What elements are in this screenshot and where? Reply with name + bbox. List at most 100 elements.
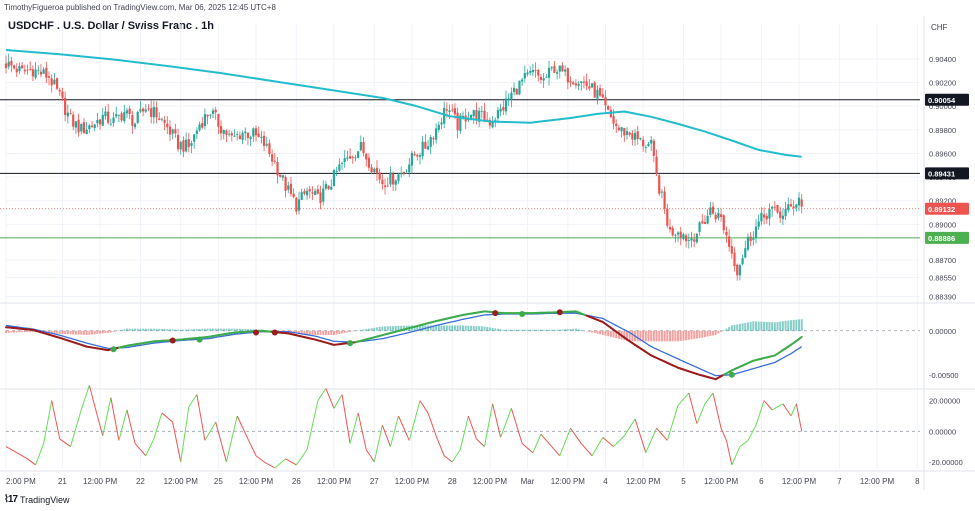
candle-body: [633, 133, 637, 140]
oscillator-line-segment: [645, 428, 658, 453]
candle-body: [607, 105, 610, 110]
candle-body: [55, 78, 59, 89]
macd-histogram-bar: [367, 328, 370, 331]
candlestick: [639, 137, 642, 141]
candlestick: [7, 53, 10, 70]
macd-histogram-bar: [655, 330, 658, 342]
candlestick: [370, 164, 373, 175]
macd-histogram-bar: [322, 330, 325, 335]
oscillator-line-segment: [325, 388, 335, 409]
candlestick: [101, 108, 104, 126]
macd-histogram-bar: [776, 321, 779, 331]
candlestick: [722, 214, 725, 235]
macd-histogram-bar: [332, 330, 335, 335]
macd-histogram-bar: [21, 330, 24, 333]
macd-histogram-bar: [445, 325, 448, 331]
candle-body: [787, 204, 790, 211]
candle-body: [375, 167, 379, 174]
macd-histogram-bar: [789, 320, 792, 331]
candlestick: [685, 233, 688, 248]
candlestick: [564, 65, 567, 76]
macd-histogram-bar: [222, 328, 225, 331]
candle-body: [281, 175, 284, 178]
candle-body: [424, 142, 427, 149]
candle-body: [639, 137, 642, 140]
brand-name: TradingView: [20, 494, 70, 505]
candlestick: [784, 201, 787, 220]
candle-body: [198, 124, 201, 131]
candle-body: [402, 171, 405, 174]
candle-body: [195, 130, 198, 134]
candle-body: [292, 193, 295, 198]
candlestick: [628, 131, 631, 137]
candle-body: [687, 240, 690, 242]
candlestick: [230, 130, 233, 142]
candle-body: [284, 176, 287, 191]
candlestick: [131, 111, 134, 134]
candlestick: [257, 126, 260, 138]
macd-histogram-bar: [650, 330, 653, 342]
candle-body: [370, 167, 373, 173]
macd-histogram-bar: [582, 330, 585, 332]
tradingview-brand[interactable]: ⌇17 TradingView: [4, 494, 70, 505]
macd-histogram-bar: [755, 321, 758, 331]
macd-histogram-bar: [658, 330, 661, 342]
macd-histogram-bar: [109, 330, 112, 333]
candlestick: [82, 118, 86, 134]
candlestick: [18, 62, 21, 75]
macd-histogram-bar: [553, 329, 556, 331]
candlestick: [198, 121, 201, 132]
macd-cross-marker: [271, 329, 278, 336]
macd-histogram-bar: [115, 330, 118, 332]
macd-histogram-bar: [163, 329, 166, 331]
macd-histogram-bar: [88, 330, 91, 335]
oscillator-line-segment: [755, 400, 765, 426]
macd-histogram-bar: [335, 330, 338, 335]
oscillator-line-segment: [295, 449, 308, 466]
candlestick: [117, 114, 121, 123]
x-tick-label: 21: [58, 477, 67, 486]
candle-body: [26, 69, 29, 71]
macd-histogram-bar: [85, 330, 88, 335]
oscillator-line-segment: [153, 412, 163, 440]
macd-histogram-bar: [569, 328, 572, 331]
candlestick: [211, 107, 215, 119]
macd-histogram-bar: [515, 329, 518, 331]
macd-histogram-bar: [338, 330, 341, 334]
macd-histogram-bar: [112, 330, 115, 332]
macd-histogram-bar: [529, 329, 532, 331]
candlestick: [185, 132, 188, 153]
macd-histogram-bar: [496, 328, 499, 331]
candle-body: [311, 192, 314, 194]
macd-histogram-bar: [712, 330, 715, 336]
candle-body: [749, 236, 752, 242]
oscillator-line-segment: [731, 446, 741, 466]
macd-histogram-bar: [93, 330, 96, 335]
candlestick: [644, 145, 647, 153]
candle-body: [225, 130, 228, 136]
trading-chart[interactable]: 2:00 PM 21 12:00 PM 22 12:00 PM 25 12:00 PM 26 1…: [0, 0, 975, 511]
candlestick: [158, 112, 161, 121]
macd-histogram-bar: [760, 321, 763, 331]
candlestick: [359, 135, 362, 152]
candlestick: [695, 233, 698, 244]
candlestick: [779, 207, 782, 223]
macd-histogram-bar: [187, 329, 190, 331]
candlestick: [400, 166, 403, 178]
candle-body: [297, 199, 301, 211]
candlestick: [486, 112, 489, 121]
candle-body: [230, 133, 233, 136]
macd-histogram-bar: [521, 329, 524, 331]
macd-histogram-bar: [462, 325, 464, 331]
macd-histogram-bar: [703, 330, 706, 338]
candle-body: [37, 70, 40, 72]
candle-body: [15, 68, 18, 73]
oscillator-line-segment: [634, 418, 647, 453]
price-tick-label: 0.89800: [929, 126, 956, 135]
candle-body: [327, 185, 330, 190]
oscillator-line-segment: [623, 418, 636, 437]
candle-body: [93, 124, 96, 129]
candlestick: [730, 239, 733, 259]
macd-histogram-bar: [61, 330, 64, 335]
candle-body: [21, 65, 24, 69]
